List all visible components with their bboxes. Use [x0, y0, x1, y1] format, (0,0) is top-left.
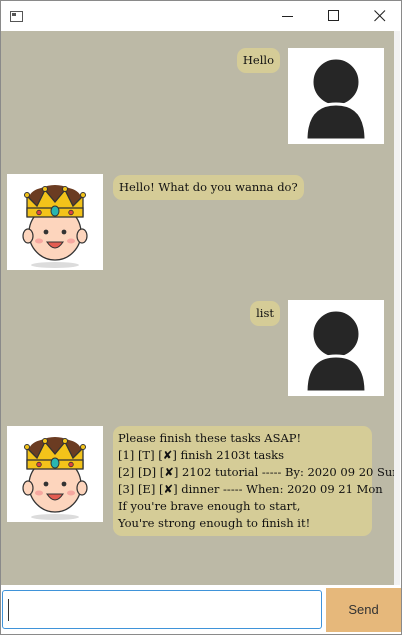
minimize-button[interactable]: [265, 1, 311, 32]
message-input[interactable]: [2, 590, 322, 629]
title-bar: [1, 1, 401, 32]
message-text: Hello: [242, 53, 274, 67]
user-message-bubble: Hello: [236, 48, 280, 73]
user-avatar: [288, 300, 384, 396]
king-face-icon: [22, 185, 88, 268]
message-text: Hello! What do you wanna do?: [119, 180, 298, 194]
message-line: [2] [D] [✘] 2102 tutorial ----- By: 2020…: [118, 465, 394, 479]
user-silhouette-icon: [304, 308, 368, 394]
chat-scroll-pane[interactable]: Hello Hello! What do you wanna do? list …: [1, 31, 394, 585]
maximize-icon: [328, 10, 339, 21]
send-button[interactable]: Send: [326, 588, 401, 632]
message-line: [1] [T] [✘] finish 2103t tasks: [118, 448, 285, 462]
king-face-icon: [22, 437, 88, 520]
message-line: Please finish these tasks ASAP!: [118, 431, 302, 445]
message-line: You're strong enough to finish it!: [118, 516, 311, 530]
message-line: [3] [E] [✘] dinner ----- When: 2020 09 2…: [118, 482, 383, 496]
minimize-icon: [282, 16, 293, 17]
app-icon: [10, 11, 23, 22]
input-bar: Send: [1, 588, 401, 632]
user-avatar: [288, 48, 384, 144]
bot-avatar: [7, 174, 103, 270]
bot-avatar: [7, 426, 103, 522]
message-text: list: [256, 306, 274, 320]
user-silhouette-icon: [304, 56, 368, 142]
message-line: If you're brave enough to start,: [118, 499, 301, 513]
vertical-scrollbar[interactable]: [394, 31, 400, 585]
close-icon: [374, 10, 386, 22]
maximize-button[interactable]: [311, 1, 357, 32]
user-message-bubble: list: [250, 301, 280, 326]
bot-message-bubble: Hello! What do you wanna do?: [113, 175, 304, 200]
bot-message-bubble: Please finish these tasks ASAP! [1] [T] …: [113, 426, 394, 536]
text-caret: [8, 599, 9, 621]
close-button[interactable]: [357, 1, 402, 32]
